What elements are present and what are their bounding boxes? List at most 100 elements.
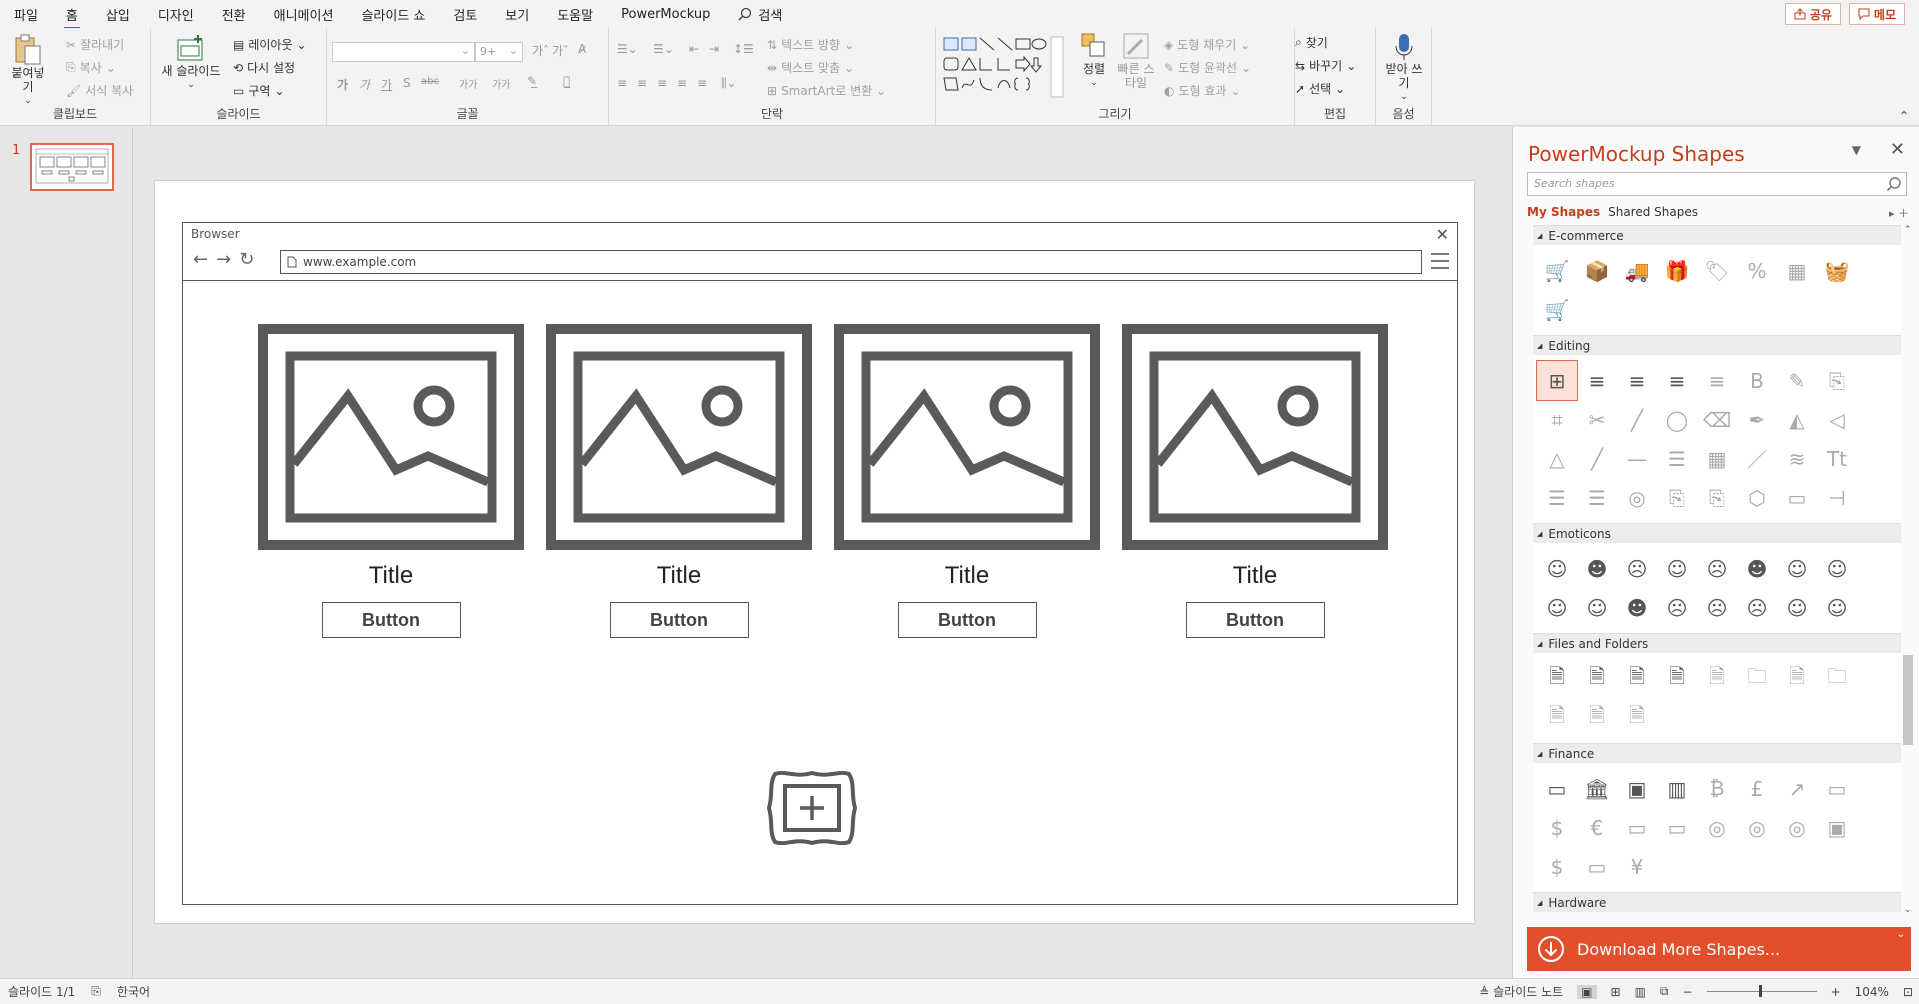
- numbering-icon[interactable]: ☰⌄: [653, 42, 674, 56]
- shape-thumbnail-icon[interactable]: ☰: [1577, 478, 1617, 517]
- menu-animations[interactable]: 애니메이션: [274, 5, 334, 24]
- menu-review[interactable]: 검토: [453, 5, 477, 24]
- zoom-slider[interactable]: [1706, 985, 1817, 997]
- shape-thumbnail-icon[interactable]: %: [1737, 251, 1777, 290]
- shape-thumbnail-icon[interactable]: $: [1537, 847, 1577, 886]
- shape-thumbnail-icon[interactable]: 🗎: [1537, 698, 1577, 737]
- shape-thumbnail-icon[interactable]: ◯: [1657, 400, 1697, 439]
- shape-thumbnail-icon[interactable]: ◭: [1777, 400, 1817, 439]
- tab-my-shapes[interactable]: My Shapes: [1527, 205, 1600, 219]
- shape-thumbnail-icon[interactable]: ╱: [1617, 400, 1657, 439]
- align-text-button[interactable]: ⇹ 텍스트 맞춤 ⌄: [767, 59, 854, 76]
- shape-thumbnail-icon[interactable]: ☺: [1817, 549, 1857, 588]
- shape-thumbnail-icon[interactable]: ◎: [1617, 478, 1657, 517]
- shape-thumbnail-icon[interactable]: ▭: [1577, 847, 1617, 886]
- shape-thumbnail-icon[interactable]: 🗎: [1657, 659, 1697, 698]
- shape-thumbnail-icon[interactable]: ▦: [1777, 251, 1817, 290]
- shape-thumbnail-icon[interactable]: ╱: [1577, 439, 1617, 478]
- shape-thumbnail-icon[interactable]: ₿: [1697, 769, 1737, 808]
- shape-thumbnail-icon[interactable]: 🧺: [1817, 251, 1857, 290]
- shape-thumbnail-icon[interactable]: ☺: [1777, 588, 1817, 627]
- shape-thumbnail-icon[interactable]: ⎘: [1657, 478, 1697, 517]
- shape-thumbnail-icon[interactable]: ◎: [1737, 808, 1777, 847]
- find-button[interactable]: ⌕ 찾기: [1295, 34, 1328, 51]
- section-header[interactable]: ◢ Files and Folders: [1533, 633, 1901, 653]
- tab-shared-shapes[interactable]: Shared Shapes: [1608, 205, 1698, 219]
- shape-thumbnail-icon[interactable]: €: [1577, 808, 1617, 847]
- section-header[interactable]: ◢ Editing: [1533, 335, 1901, 355]
- shape-thumbnail-icon[interactable]: 🎁: [1657, 251, 1697, 290]
- memo-button[interactable]: 메모: [1848, 3, 1905, 25]
- shape-thumbnail-icon[interactable]: 🗎: [1777, 659, 1817, 698]
- shape-thumbnail-icon[interactable]: ☻: [1577, 549, 1617, 588]
- menu-view[interactable]: 보기: [505, 5, 529, 24]
- scrollbar-thumb[interactable]: [1903, 655, 1913, 745]
- shadow-button[interactable]: S: [403, 76, 411, 90]
- add-image-icon[interactable]: [765, 768, 859, 848]
- align-right-icon[interactable]: ≡: [657, 76, 667, 90]
- shape-thumbnail-icon[interactable]: ▣: [1817, 808, 1857, 847]
- shape-thumbnail-icon[interactable]: ≡: [1697, 361, 1737, 400]
- collapse-ribbon-icon[interactable]: ⌃: [1899, 109, 1909, 123]
- shape-thumbnail-icon[interactable]: Tt: [1817, 439, 1857, 478]
- shape-thumbnail-icon[interactable]: 🗎: [1537, 659, 1577, 698]
- font-grow-icon[interactable]: 가ˆ: [532, 42, 549, 59]
- columns-icon[interactable]: ⫼⌄: [721, 76, 737, 91]
- menu-design[interactable]: 디자인: [158, 5, 194, 24]
- add-library-icon[interactable]: ▸ ＋: [1889, 205, 1909, 221]
- share-button[interactable]: 공유: [1784, 3, 1841, 25]
- line-spacing-icon[interactable]: ↕☰: [733, 42, 754, 56]
- dictate-button[interactable]: 받아 쓰기 ⌄: [1382, 32, 1426, 104]
- shape-thumbnail-icon[interactable]: ☺: [1537, 588, 1577, 627]
- shape-thumbnail-icon[interactable]: ☹: [1697, 588, 1737, 627]
- notes-button[interactable]: ≜ 슬라이드 노트: [1479, 983, 1563, 1000]
- card-button[interactable]: Button: [609, 602, 749, 638]
- shapes-gallery-icon[interactable]: [942, 36, 1070, 98]
- shape-thumbnail-icon[interactable]: 🗎: [1577, 698, 1617, 737]
- shape-thumbnail-icon[interactable]: ≡: [1657, 361, 1697, 400]
- shape-thumbnail-icon[interactable]: ▭: [1617, 808, 1657, 847]
- shape-thumbnail-icon[interactable]: ☰: [1657, 439, 1697, 478]
- shape-thumbnail-icon[interactable]: $: [1537, 808, 1577, 847]
- shape-fill-button[interactable]: ◈ 도형 채우기 ⌄: [1164, 36, 1250, 53]
- shape-thumbnail-icon[interactable]: ✒: [1737, 400, 1777, 439]
- shape-thumbnail-icon[interactable]: ☰: [1537, 478, 1577, 517]
- font-name-combo[interactable]: ⌄: [332, 42, 475, 62]
- section-header[interactable]: ◢ E-commerce: [1533, 225, 1901, 245]
- menu-transitions[interactable]: 전환: [222, 5, 246, 24]
- underline-button[interactable]: 가: [381, 76, 392, 93]
- shape-thumbnail-icon[interactable]: ☹: [1657, 588, 1697, 627]
- shape-thumbnail-icon[interactable]: ☺: [1577, 588, 1617, 627]
- shape-thumbnail-icon[interactable]: ⬡: [1737, 478, 1777, 517]
- font-shrink-icon[interactable]: 가ˇ: [552, 42, 569, 59]
- menu-file[interactable]: 파일: [14, 5, 38, 24]
- menu-powermockup[interactable]: PowerMockup: [621, 7, 710, 22]
- shape-thumbnail-icon[interactable]: ▥: [1657, 769, 1697, 808]
- clear-format-icon[interactable]: A̷: [578, 42, 586, 56]
- shape-thumbnail-icon[interactable]: ☹: [1737, 588, 1777, 627]
- card-button[interactable]: Button: [897, 602, 1037, 638]
- zoom-in-icon[interactable]: +: [1831, 985, 1841, 999]
- shape-thumbnail-icon[interactable]: 🗎: [1577, 659, 1617, 698]
- font-size-combo[interactable]: 9+ ⌄: [475, 42, 523, 62]
- shape-effects-button[interactable]: ◐ 도형 효과 ⌄: [1164, 82, 1241, 99]
- layout-button[interactable]: ▤ 레이아웃 ⌄: [233, 36, 307, 53]
- shape-thumbnail-icon[interactable]: £: [1737, 769, 1777, 808]
- menu-slideshow[interactable]: 슬라이드 쇼: [361, 5, 425, 24]
- shape-thumbnail-icon[interactable]: ☹: [1697, 549, 1737, 588]
- shape-thumbnail-icon[interactable]: 📦: [1577, 251, 1617, 290]
- search-box[interactable]: 검색: [738, 5, 782, 24]
- menu-home[interactable]: 홈: [63, 5, 80, 30]
- replace-button[interactable]: ⇆ 바꾸기 ⌄: [1295, 57, 1356, 74]
- normal-view-icon[interactable]: ▣: [1577, 984, 1597, 999]
- shape-thumbnail-icon[interactable]: ◎: [1777, 808, 1817, 847]
- reset-button[interactable]: ⟲ 다시 설정: [233, 59, 295, 76]
- shape-thumbnail-icon[interactable]: ⊣: [1817, 478, 1857, 517]
- shape-thumbnail-icon[interactable]: 🗀: [1737, 659, 1777, 698]
- align-center-icon[interactable]: ≡: [637, 76, 647, 90]
- decrease-indent-icon[interactable]: ⇤: [689, 42, 699, 56]
- shape-thumbnail-icon[interactable]: 🏛: [1577, 769, 1617, 808]
- shape-thumbnail-icon[interactable]: ⎘: [1697, 478, 1737, 517]
- paste-button[interactable]: 붙여넣기 ⌄: [8, 34, 48, 108]
- shape-thumbnail-icon[interactable]: B: [1737, 361, 1777, 400]
